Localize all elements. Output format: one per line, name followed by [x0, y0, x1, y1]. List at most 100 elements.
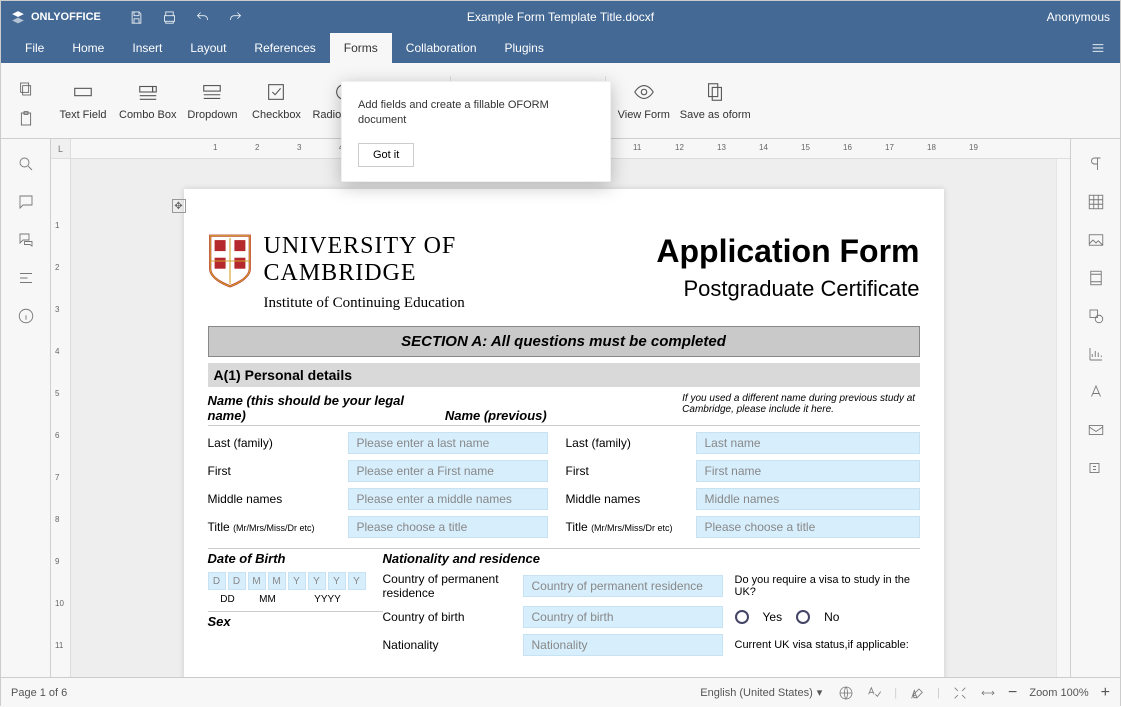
middle-label: Middle names — [208, 492, 348, 506]
redo-icon[interactable] — [228, 10, 243, 25]
language-selector[interactable]: English (United States)▾ — [696, 684, 826, 701]
menu-bar: File Home Insert Layout References Forms… — [1, 33, 1120, 63]
document-title: Example Form Template Title.docxf — [467, 10, 654, 24]
visa-no-radio[interactable] — [796, 610, 810, 624]
tab-forms[interactable]: Forms — [330, 33, 392, 63]
middle-label-2: Middle names — [566, 492, 696, 506]
mm-label: MM — [248, 594, 288, 605]
tab-collaboration[interactable]: Collaboration — [392, 33, 491, 63]
track-changes-icon[interactable] — [909, 685, 925, 701]
right-sidebar — [1070, 139, 1120, 677]
hint-text: Add fields and create a fillable OFORM d… — [358, 98, 594, 129]
yes-label: Yes — [763, 610, 783, 624]
name-note: If you used a different name during prev… — [682, 393, 919, 423]
cambridge-crest-icon — [208, 233, 252, 289]
save-icon[interactable] — [129, 10, 144, 25]
image-settings-icon[interactable] — [1087, 231, 1105, 249]
title-field[interactable]: Please choose a title — [348, 516, 548, 538]
left-sidebar — [1, 139, 51, 677]
paragraph-icon[interactable] — [1087, 155, 1105, 173]
hint-popover: Add fields and create a fillable OFORM d… — [341, 81, 611, 182]
menu-more-icon[interactable] — [1076, 33, 1120, 63]
save-oform-button[interactable]: Save as oform — [676, 81, 755, 121]
title-label: Title (Mr/Mrs/Miss/Dr etc) — [208, 520, 348, 534]
institute: Institute of Continuing Education — [264, 295, 465, 312]
paste-icon[interactable] — [18, 111, 34, 127]
no-label: No — [824, 610, 839, 624]
dob-input[interactable]: DD MM YYYY — [208, 572, 383, 590]
info-icon[interactable] — [17, 307, 35, 325]
cob-field[interactable]: Country of birth — [523, 606, 723, 628]
prev-last-name-field[interactable]: Last name — [696, 432, 920, 454]
chat-icon[interactable] — [17, 231, 35, 249]
view-form-button[interactable]: View Form — [612, 81, 676, 121]
first-label-2: First — [566, 464, 696, 478]
name-legal-label: Name (this should be your legal name) — [208, 393, 445, 423]
uni-line2: CAMBRIDGE — [264, 260, 465, 287]
fit-page-icon[interactable] — [952, 685, 968, 701]
yyyy-label: YYYY — [288, 594, 368, 605]
spellcheck-icon[interactable] — [866, 685, 882, 701]
section-a-banner: SECTION A: All questions must be complet… — [208, 326, 920, 357]
search-icon[interactable] — [17, 155, 35, 173]
combo-box-button[interactable]: Combo Box — [115, 81, 180, 121]
got-it-button[interactable]: Got it — [358, 143, 414, 167]
title-label-2: Title (Mr/Mrs/Miss/Dr etc) — [566, 520, 696, 534]
shape-icon[interactable] — [1087, 307, 1105, 325]
user-label[interactable]: Anonymous — [1047, 10, 1110, 24]
tab-layout[interactable]: Layout — [176, 33, 240, 63]
visa-yes-radio[interactable] — [735, 610, 749, 624]
zoom-out-button[interactable]: − — [1008, 684, 1017, 702]
tab-plugins[interactable]: Plugins — [491, 33, 558, 63]
name-prev-label: Name (previous) — [445, 393, 682, 423]
last-label-2: Last (family) — [566, 436, 696, 450]
anchor-icon[interactable]: ✥ — [172, 199, 186, 213]
status-bar: Page 1 of 6 English (United States)▾ | |… — [1, 677, 1120, 707]
print-icon[interactable] — [162, 10, 177, 25]
onlyoffice-icon — [11, 10, 25, 24]
tab-references[interactable]: References — [240, 33, 329, 63]
middle-name-field[interactable]: Please enter a middle names — [348, 488, 548, 510]
page-indicator[interactable]: Page 1 of 6 — [11, 687, 67, 699]
natres-header: Nationality and residence — [383, 551, 920, 566]
tab-file[interactable]: File — [11, 33, 58, 63]
chart-icon[interactable] — [1087, 345, 1105, 363]
copy-icon[interactable] — [18, 81, 34, 97]
last-name-field[interactable]: Please enter a last name — [348, 432, 548, 454]
undo-icon[interactable] — [195, 10, 210, 25]
prev-title-field[interactable]: Please choose a title — [696, 516, 920, 538]
page: ✥ UNIVERSITY OF — [184, 189, 944, 677]
nat-field[interactable]: Nationality — [523, 634, 723, 656]
tab-home[interactable]: Home — [58, 33, 118, 63]
checkbox-button[interactable]: Checkbox — [244, 81, 308, 121]
header-footer-icon[interactable] — [1087, 269, 1105, 287]
tab-insert[interactable]: Insert — [118, 33, 176, 63]
dropdown-button[interactable]: Dropdown — [180, 81, 244, 121]
app-form-title: Application Form — [656, 233, 919, 270]
mail-merge-icon[interactable] — [1087, 421, 1105, 439]
headings-icon[interactable] — [17, 269, 35, 287]
vertical-scrollbar[interactable] — [1056, 159, 1070, 677]
table-icon[interactable] — [1087, 193, 1105, 211]
comments-icon[interactable] — [17, 193, 35, 211]
vertical-ruler[interactable]: 123456789101112 — [51, 159, 71, 677]
dd-label: DD — [208, 594, 248, 605]
set-lang-icon[interactable] — [838, 685, 854, 701]
prev-first-name-field[interactable]: First name — [696, 460, 920, 482]
brand-logo: ONLYOFFICE — [11, 10, 101, 24]
brand-text: ONLYOFFICE — [31, 11, 101, 23]
ruler-corner: L — [51, 139, 71, 158]
a1-header: A(1) Personal details — [208, 363, 920, 387]
document-area[interactable]: ✥ UNIVERSITY OF — [71, 159, 1056, 677]
prev-middle-name-field[interactable]: Middle names — [696, 488, 920, 510]
textart-icon[interactable] — [1087, 383, 1105, 401]
zoom-in-button[interactable]: + — [1101, 684, 1110, 702]
fit-width-icon[interactable] — [980, 685, 996, 701]
zoom-level[interactable]: Zoom 100% — [1029, 687, 1088, 699]
form-settings-icon[interactable] — [1087, 459, 1105, 477]
text-field-button[interactable]: Text Field — [51, 81, 115, 121]
cpr-field[interactable]: Country of permanent residence — [523, 575, 723, 597]
first-name-field[interactable]: Please enter a First name — [348, 460, 548, 482]
last-label: Last (family) — [208, 436, 348, 450]
canvas-wrap: L 12345678910111213141516171819 12345678… — [51, 139, 1070, 677]
